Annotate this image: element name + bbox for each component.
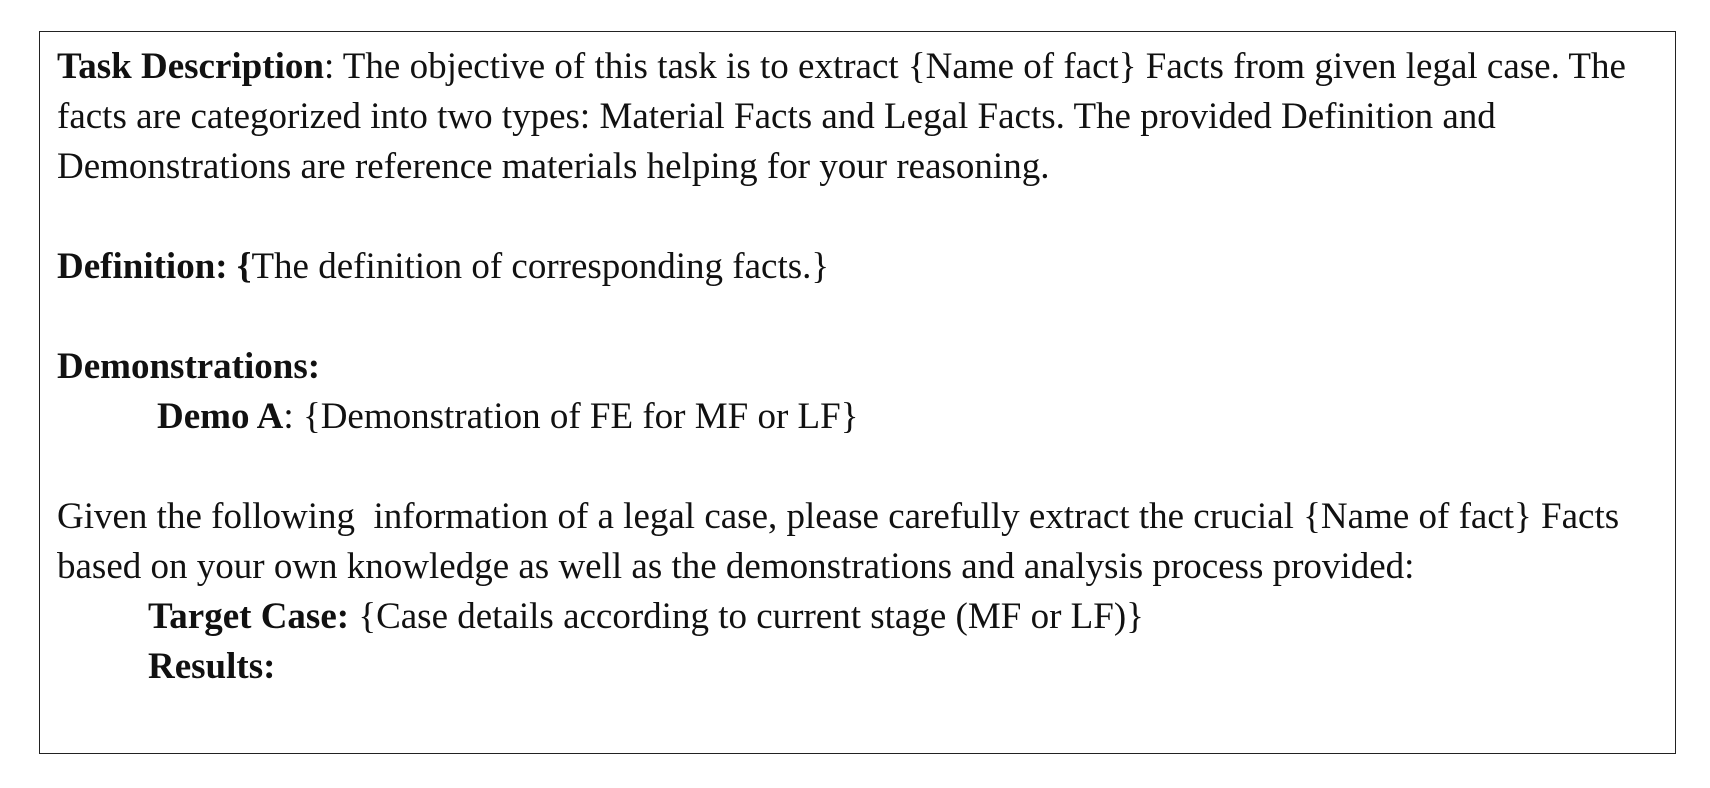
task-description: Task Description: The objective of this … [57,42,1659,192]
demonstrations-heading: Demonstrations: [57,342,1659,392]
target-case-text: {Case details according to current stage… [349,596,1144,637]
definition: Definition: {The definition of correspon… [57,242,1659,292]
results: Results: [57,642,1659,692]
target-case-label: Target Case: [148,596,350,637]
demo-a-colon: : [283,396,294,437]
demo-a-label: Demo A [157,396,284,437]
demo-a-text: {Demonstration of FE for MF or LF} [293,396,859,437]
definition-text: The definition of corresponding facts.} [251,246,830,287]
instruction-text: Given the following information of a leg… [57,496,1629,587]
definition-label: Definition: { [57,246,252,287]
task-description-colon: : [323,46,335,87]
prompt-template-box: Task Description: The objective of this … [39,31,1676,754]
demo-a: Demo A: {Demonstration of FE for MF or L… [57,392,1659,442]
results-label: Results: [148,646,276,687]
demonstrations-label: Demonstrations: [57,346,321,387]
target-case: Target Case: {Case details according to … [57,592,1659,642]
task-description-label: Task Description [57,46,324,87]
